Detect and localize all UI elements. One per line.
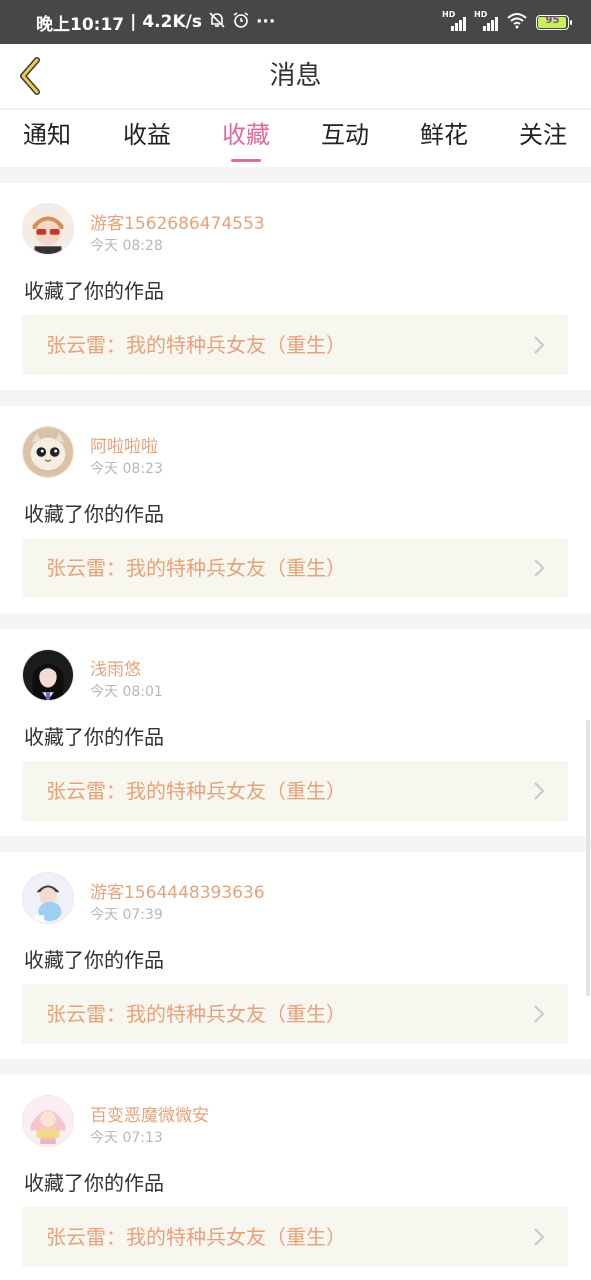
message-card: 百变恶魔微微安 今天 07:13 收藏了你的作品 张云雷：我的特种兵女友（重生） bbox=[0, 1075, 591, 1280]
avatar[interactable] bbox=[22, 426, 74, 478]
avatar[interactable] bbox=[22, 872, 74, 924]
scrollbar[interactable] bbox=[586, 720, 590, 996]
message-card: 游客1562686474553 今天 08:28 收藏了你的作品 张云雷：我的特… bbox=[0, 183, 591, 390]
page-title: 消息 bbox=[269, 61, 322, 91]
tab-flowers[interactable]: 鲜花 bbox=[399, 110, 489, 162]
alarm-clock-icon bbox=[232, 11, 250, 34]
work-title: 张云雷：我的特种兵女友（重生） bbox=[46, 1002, 346, 1026]
tab-label: 鲜花 bbox=[420, 121, 468, 149]
status-right: HD HD 95 bbox=[442, 0, 572, 44]
username-link[interactable]: 浅雨悠 bbox=[90, 655, 141, 680]
wifi-icon bbox=[506, 11, 528, 33]
message-time: 今天 08:28 bbox=[90, 238, 163, 254]
message-action: 收藏了你的作品 bbox=[24, 279, 164, 303]
message-time: 今天 08:01 bbox=[90, 684, 163, 700]
status-bar: 晚上10:17 | 4.2K/s ··· HD HD 95 bbox=[0, 0, 591, 44]
tab-interactions[interactable]: 互动 bbox=[300, 110, 390, 162]
tab-label: 通知 bbox=[23, 121, 71, 149]
message-action: 收藏了你的作品 bbox=[24, 725, 164, 749]
work-link[interactable]: 张云雷：我的特种兵女友（重生） bbox=[22, 538, 568, 598]
work-title: 张云雷：我的特种兵女友（重生） bbox=[46, 1225, 346, 1249]
signal-hd-icon: HD bbox=[442, 10, 466, 33]
tab-label: 收藏 bbox=[222, 121, 270, 149]
battery-icon: 95 bbox=[536, 14, 572, 30]
work-link[interactable]: 张云雷：我的特种兵女友（重生） bbox=[22, 761, 568, 821]
message-action: 收藏了你的作品 bbox=[24, 1171, 164, 1195]
work-link[interactable]: 张云雷：我的特种兵女友（重生） bbox=[22, 315, 568, 375]
network-speed: 4.2K/s bbox=[142, 12, 202, 32]
avatar[interactable] bbox=[22, 1095, 74, 1147]
message-time: 今天 07:39 bbox=[90, 907, 163, 923]
work-link[interactable]: 张云雷：我的特种兵女友（重生） bbox=[22, 984, 568, 1044]
tab-label: 关注 bbox=[519, 121, 567, 149]
message-time: 今天 07:13 bbox=[90, 1130, 163, 1146]
avatar[interactable] bbox=[22, 203, 74, 255]
username-link[interactable]: 百变恶魔微微安 bbox=[90, 1101, 209, 1126]
avatar[interactable] bbox=[22, 649, 74, 701]
message-action: 收藏了你的作品 bbox=[24, 948, 164, 972]
work-link[interactable]: 张云雷：我的特种兵女友（重生） bbox=[22, 1207, 568, 1267]
username-link[interactable]: 阿啦啦啦 bbox=[90, 432, 158, 457]
chevron-right-icon bbox=[534, 1005, 545, 1023]
work-title: 张云雷：我的特种兵女友（重生） bbox=[46, 779, 346, 803]
tab-following[interactable]: 关注 bbox=[498, 110, 588, 162]
signal-hd-icon: HD bbox=[474, 10, 498, 33]
status-left: 晚上10:17 | 4.2K/s ··· bbox=[36, 0, 281, 44]
tab-bar: 通知 收益 收藏 互动 鲜花 关注 bbox=[0, 109, 591, 167]
active-tab-indicator bbox=[231, 159, 261, 162]
more-dots: ··· bbox=[255, 12, 276, 32]
battery-percent: 95 bbox=[545, 14, 560, 26]
message-time: 今天 08:23 bbox=[90, 461, 163, 477]
username-link[interactable]: 游客1562686474553 bbox=[90, 209, 265, 234]
chevron-right-icon bbox=[534, 782, 545, 800]
message-card: 阿啦啦啦 今天 08:23 收藏了你的作品 张云雷：我的特种兵女友（重生） bbox=[0, 406, 591, 613]
tab-label: 收益 bbox=[123, 121, 171, 149]
status-time: 晚上10:17 bbox=[36, 14, 125, 35]
username-link[interactable]: 游客1564448393636 bbox=[90, 878, 265, 903]
chevron-right-icon bbox=[534, 336, 545, 354]
tab-notifications[interactable]: 通知 bbox=[2, 110, 92, 162]
tab-label: 互动 bbox=[321, 121, 369, 149]
message-card: 游客1564448393636 今天 07:39 收藏了你的作品 张云雷：我的特… bbox=[0, 852, 591, 1059]
message-action: 收藏了你的作品 bbox=[24, 502, 164, 526]
work-title: 张云雷：我的特种兵女友（重生） bbox=[46, 333, 346, 357]
status-separator: | bbox=[130, 12, 137, 32]
work-title: 张云雷：我的特种兵女友（重生） bbox=[46, 556, 346, 580]
tab-favorites[interactable]: 收藏 bbox=[201, 110, 291, 162]
tab-earnings[interactable]: 收益 bbox=[102, 110, 192, 162]
chevron-right-icon bbox=[534, 559, 545, 577]
chevron-right-icon bbox=[534, 1228, 545, 1246]
page-header: 消息 bbox=[0, 44, 591, 108]
message-card: 浅雨悠 今天 08:01 收藏了你的作品 张云雷：我的特种兵女友（重生） bbox=[0, 629, 591, 836]
mute-bell-icon bbox=[208, 11, 226, 34]
